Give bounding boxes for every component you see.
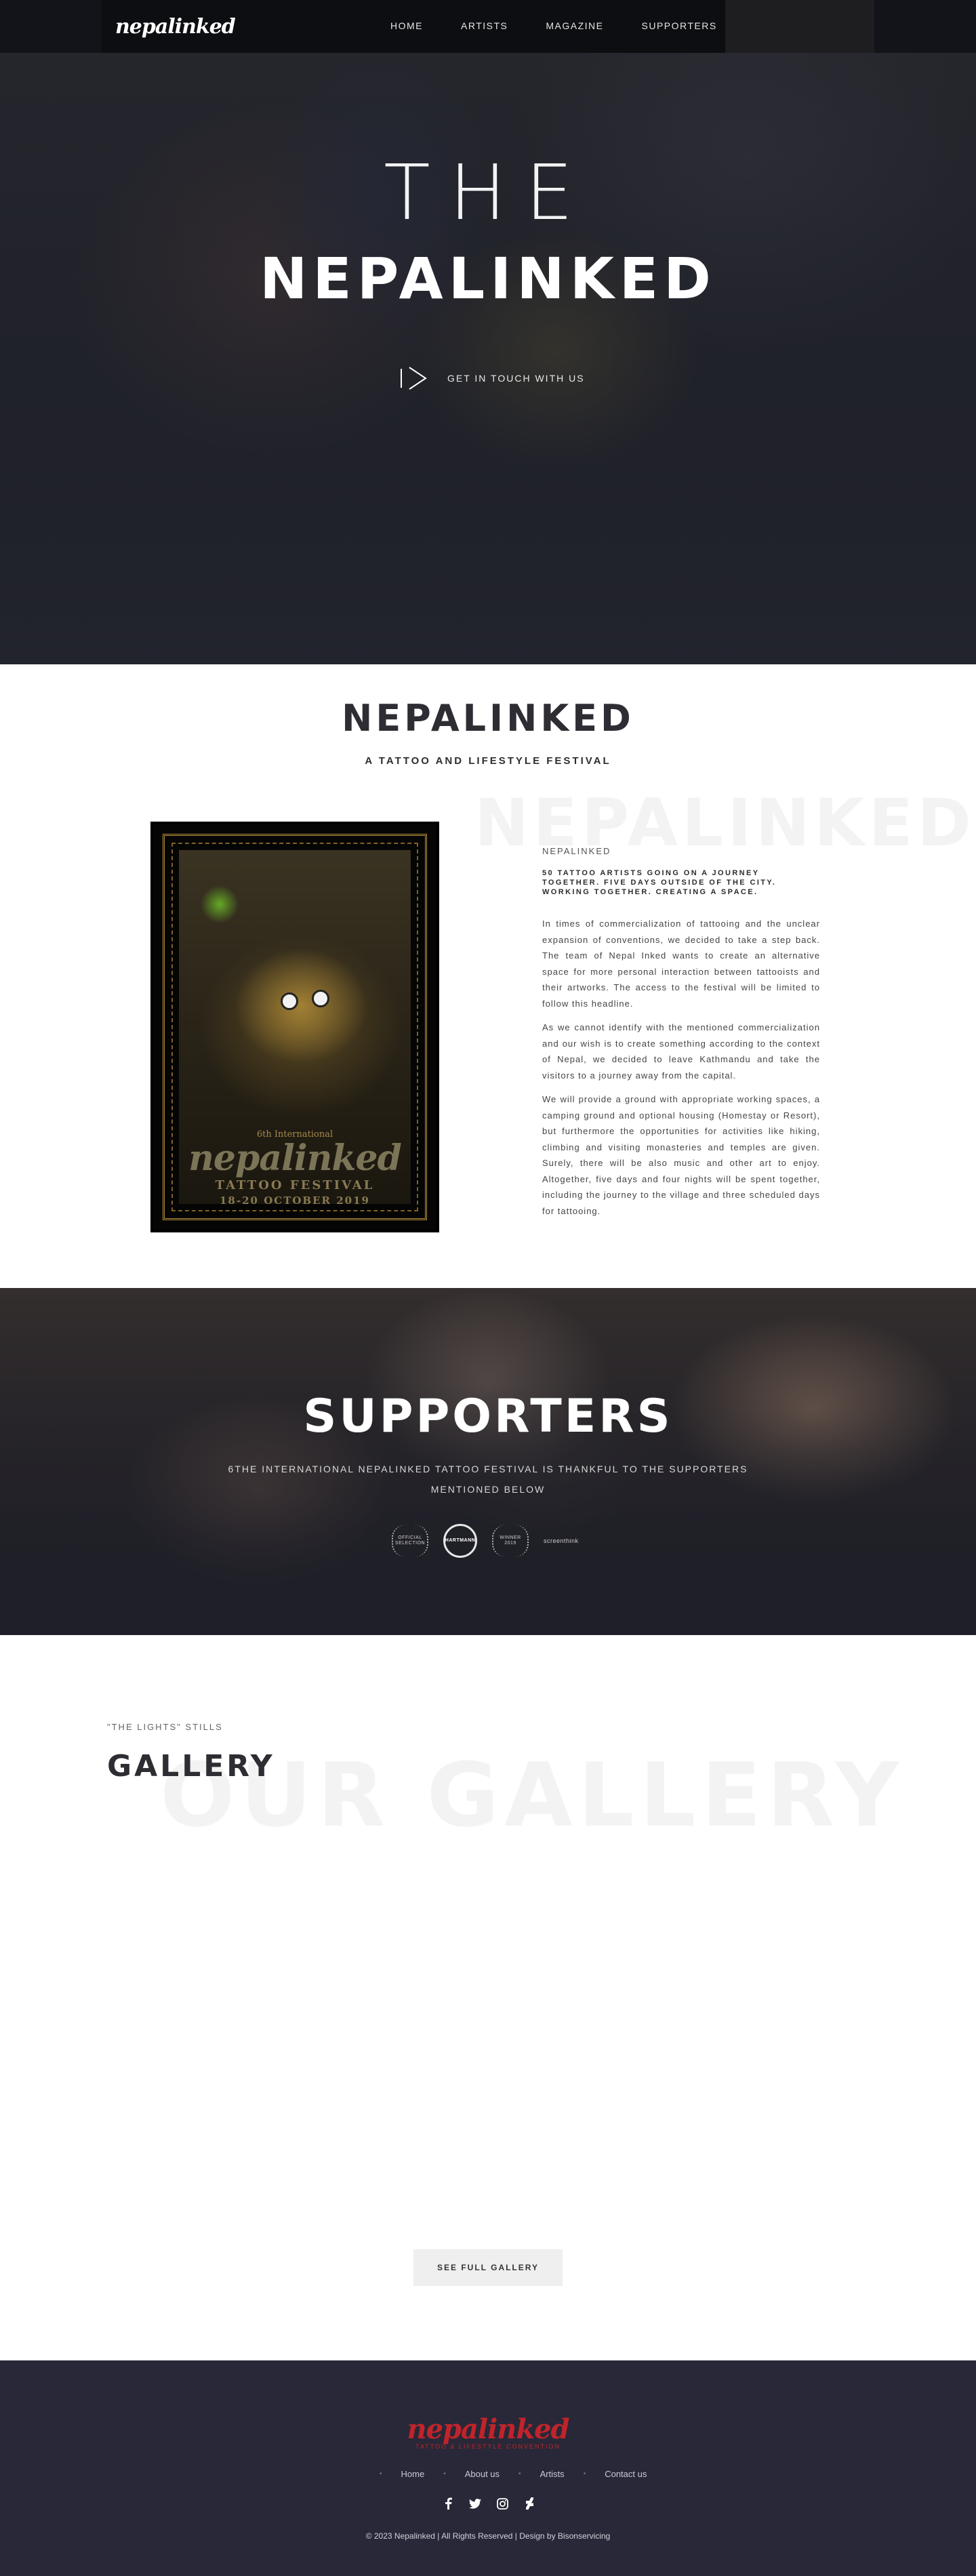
twitter-icon[interactable]: [469, 2497, 481, 2510]
footer: nepalinked TATTOO & LIFESTYLE CONVENTION…: [0, 2360, 976, 2576]
festival-poster: 6th International nepalinked TATTOO FEST…: [150, 822, 439, 1232]
footer-link-about[interactable]: About us: [465, 2469, 500, 2479]
laurel-award-icon[interactable]: WINNER 2019: [492, 1525, 529, 1557]
hero-title-the: THE: [384, 149, 592, 237]
hero-title-main: NEPALINKED: [260, 245, 716, 312]
badge-label: screenthink: [544, 1537, 579, 1544]
bullet-icon: •: [583, 2470, 586, 2478]
facebook-icon[interactable]: [442, 2497, 454, 2510]
about-paragraph: As we cannot identify with the mentioned…: [542, 1022, 820, 1081]
footer-link-artists[interactable]: Artists: [540, 2469, 565, 2479]
laurel-badge-icon[interactable]: OFFICIAL SELECTION: [392, 1525, 428, 1557]
supporter-badges: OFFICIAL SELECTION HARTMANN WINNER 2019 …: [392, 1524, 583, 1558]
badge-label: OFFICIAL SELECTION: [394, 1535, 426, 1546]
about-tagline: 50 TATTOO ARTISTS GOING ON A JOURNEY TOG…: [542, 869, 777, 896]
footer-logo[interactable]: nepalinked: [0, 2413, 976, 2445]
about-text-block: NEPALINKED 50 TATTOO ARTISTS GOING ON A …: [542, 846, 820, 1227]
nav-link-artists[interactable]: ARTISTS: [461, 20, 508, 31]
top-navigation: nepalinked HOME ARTISTS MAGAZINE SUPPORT…: [0, 0, 976, 53]
social-links: [442, 2497, 535, 2510]
gallery-title: GALLERY: [107, 1749, 275, 1784]
footer-logo-tagline: TATTOO & LIFESTYLE CONVENTION: [415, 2443, 561, 2450]
about-section: NEPALINKED A TATTOO AND LIFESTYLE FESTIV…: [0, 664, 976, 1288]
footer-link-home[interactable]: Home: [401, 2469, 425, 2479]
circle-logo-icon[interactable]: HARTMANN: [443, 1524, 477, 1558]
poster-logo: nepalinked: [188, 1138, 402, 1179]
get-in-touch-label: GET IN TOUCH WITH US: [447, 373, 585, 384]
bullet-icon: •: [443, 2470, 446, 2478]
badge-label: HARTMANN: [445, 1538, 476, 1543]
get-in-touch-button[interactable]: GET IN TOUCH WITH US: [399, 365, 585, 392]
poster-dates: 18-20 OCTOBER 2019: [220, 1194, 370, 1207]
copyright-text: © 2023 Nepalinked | All Rights Reserved …: [365, 2531, 611, 2541]
see-full-gallery-button[interactable]: SEE FULL GALLERY: [413, 2249, 563, 2286]
about-paragraph: We will provide a ground with appropriat…: [542, 1094, 820, 1216]
hero-background-overlay: [0, 0, 976, 664]
nav-link-magazine[interactable]: MAGAZINE: [546, 20, 603, 31]
bullet-icon: •: [380, 2470, 382, 2478]
gallery-kicker: "THE LIGHTS" STILLS: [107, 1722, 223, 1732]
bullet-icon: •: [518, 2470, 521, 2478]
gallery-section: "THE LIGHTS" STILLS OUR GALLERY GALLERY …: [0, 1635, 976, 2360]
deviantart-icon[interactable]: [523, 2497, 535, 2510]
nav-link-home[interactable]: HOME: [390, 20, 423, 31]
footer-link-contact[interactable]: Contact us: [605, 2469, 647, 2479]
about-subtitle: A TATTOO AND LIFESTYLE FESTIVAL: [365, 755, 611, 767]
supporters-text: 6THE INTERNATIONAL NEPALINKED TATTOO FES…: [228, 1464, 748, 1495]
supporters-title: SUPPORTERS: [303, 1390, 673, 1443]
about-label: NEPALINKED: [542, 846, 611, 856]
poster-festival-name: TATTOO FESTIVAL: [215, 1178, 375, 1192]
poster-eye-right: [312, 990, 329, 1007]
nav-links: HOME ARTISTS MAGAZINE SUPPORTERS: [390, 20, 717, 31]
text-logo-icon[interactable]: screenthink: [544, 1525, 583, 1557]
poster-eye-left: [281, 992, 298, 1010]
hero-section: THE NEPALINKED GET IN TOUCH WITH US: [0, 0, 976, 664]
supporters-section: SUPPORTERS 6THE INTERNATIONAL NEPALINKED…: [0, 1288, 976, 1635]
badge-label: WINNER 2019: [500, 1535, 521, 1546]
play-icon: [401, 367, 427, 390]
about-paragraph: In times of commercialization of tattooi…: [542, 919, 820, 1009]
instagram-icon[interactable]: [496, 2497, 508, 2510]
nav-panel-accent: [725, 0, 874, 53]
about-title: NEPALINKED: [342, 697, 634, 740]
nav-link-supporters[interactable]: SUPPORTERS: [642, 20, 717, 31]
site-logo[interactable]: nepalinked: [115, 15, 236, 39]
footer-links: • Home • About us • Artists • Contact us: [380, 2469, 647, 2479]
